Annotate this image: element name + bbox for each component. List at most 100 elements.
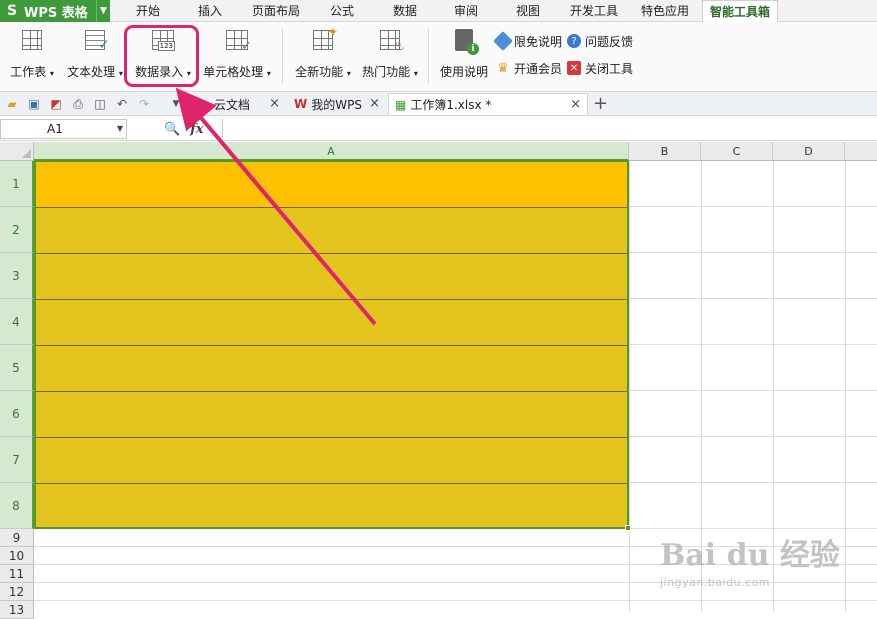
row-header-2[interactable]: 2 bbox=[0, 207, 34, 253]
export-pdf-icon[interactable]: ◩ bbox=[48, 96, 64, 112]
cell-reference: A1 bbox=[47, 122, 63, 136]
column-header-b[interactable]: B bbox=[629, 142, 701, 161]
hot-feature-button[interactable]: ♨ 热门功能 ▾ bbox=[358, 26, 422, 86]
redo-icon[interactable]: ↷ bbox=[136, 96, 152, 112]
row-header-3[interactable]: 3 bbox=[0, 253, 34, 299]
close-icon[interactable]: × bbox=[570, 97, 581, 112]
wps-logo-icon: S bbox=[6, 3, 18, 19]
close-icon[interactable]: × bbox=[269, 96, 280, 111]
column-header-e[interactable] bbox=[845, 142, 877, 161]
tab-home[interactable]: 开始 bbox=[128, 0, 168, 22]
chevron-down-icon[interactable]: ▼ bbox=[96, 0, 110, 22]
tab-cloud-docs-label: 云文档 bbox=[214, 97, 251, 112]
row-header-6[interactable]: 6 bbox=[0, 391, 34, 437]
highlight-annotation bbox=[124, 25, 199, 87]
column-header-a[interactable]: A bbox=[34, 142, 629, 161]
column-header-c[interactable]: C bbox=[701, 142, 773, 161]
tab-workbook-label: 工作簿1.xlsx * bbox=[410, 98, 492, 112]
chevron-down-icon[interactable]: ▼ bbox=[168, 96, 184, 112]
undo-icon[interactable]: ↶ bbox=[114, 96, 130, 112]
cell-a6[interactable] bbox=[36, 392, 627, 438]
close-tool-icon: ✕ bbox=[567, 61, 581, 75]
row-header-12[interactable]: 12 bbox=[0, 583, 34, 601]
cell-a7[interactable] bbox=[36, 438, 627, 484]
cell-a2[interactable] bbox=[36, 208, 627, 254]
free-info-link[interactable]: 限免说明 bbox=[493, 31, 563, 51]
print-preview-icon[interactable]: ◫ bbox=[92, 96, 108, 112]
membership-link[interactable]: ♛ 开通会员 bbox=[496, 59, 562, 77]
cell-a1[interactable] bbox=[36, 162, 627, 208]
tab-insert[interactable]: 插入 bbox=[190, 0, 230, 22]
tab-my-wps[interactable]: W 我的WPS × bbox=[288, 93, 386, 115]
row-header-4[interactable]: 4 bbox=[0, 299, 34, 345]
cell-process-button[interactable]: ✓ 单元格处理 ▾ bbox=[200, 26, 274, 86]
open-folder-icon[interactable]: ▰ bbox=[4, 96, 20, 112]
formula-bar: A1 ▼ 🔍 fx bbox=[0, 117, 877, 141]
quick-access-bar: ▰ ▣ ◩ ⎙ ◫ ↶ ↷ ▼ ☁ 云文档 × W 我的WPS × ▦ 工作簿1… bbox=[0, 92, 877, 116]
tab-data[interactable]: 数据 bbox=[385, 0, 425, 22]
row-header-11[interactable]: 11 bbox=[0, 565, 34, 583]
selected-range[interactable] bbox=[34, 160, 629, 529]
free-info-label: 限免说明 bbox=[514, 34, 563, 49]
print-icon[interactable]: ⎙ bbox=[70, 96, 86, 112]
row-header-8[interactable]: 8 bbox=[0, 483, 34, 529]
watermark-url: jingyan.baidu.com bbox=[660, 576, 771, 589]
tab-page-layout[interactable]: 页面布局 bbox=[246, 0, 306, 22]
new-feature-icon: ✦ bbox=[313, 25, 338, 50]
name-box[interactable]: A1 ▼ bbox=[0, 119, 127, 139]
fill-handle[interactable] bbox=[625, 525, 631, 531]
tab-cloud-docs[interactable]: ☁ 云文档 × bbox=[190, 93, 286, 115]
select-all-corner[interactable] bbox=[0, 142, 34, 161]
cell-a8[interactable] bbox=[36, 484, 627, 527]
tab-smart-toolbox[interactable]: 智能工具箱 bbox=[702, 0, 778, 23]
formula-input[interactable] bbox=[224, 119, 874, 139]
manual-icon: i bbox=[455, 29, 479, 55]
tab-developer[interactable]: 开发工具 bbox=[563, 0, 625, 22]
row-header-13[interactable]: 13 bbox=[0, 601, 34, 619]
ribbon-divider bbox=[282, 28, 283, 84]
tab-view[interactable]: 视图 bbox=[508, 0, 548, 22]
crown-icon: ♛ bbox=[497, 60, 509, 76]
hot-feature-icon: ♨ bbox=[380, 30, 405, 54]
chevron-down-icon[interactable]: ▼ bbox=[117, 120, 123, 138]
worksheet-button[interactable]: 工作表 ▾ bbox=[6, 26, 58, 86]
row-header-1[interactable]: 1 bbox=[0, 161, 34, 207]
worksheet-icon bbox=[22, 30, 42, 50]
tab-formula[interactable]: 公式 bbox=[322, 0, 362, 22]
close-tool-link[interactable]: ✕ 关闭工具 bbox=[567, 59, 633, 77]
feedback-link[interactable]: ? 问题反馈 bbox=[567, 32, 633, 50]
row-header-10[interactable]: 10 bbox=[0, 547, 34, 565]
tab-my-wps-label: 我的WPS bbox=[311, 97, 362, 112]
close-tool-label: 关闭工具 bbox=[585, 61, 634, 76]
app-menu-button[interactable]: S WPS 表格 ▼ bbox=[0, 0, 110, 22]
text-process-label: 文本处理 bbox=[67, 65, 116, 79]
tab-review[interactable]: 审阅 bbox=[446, 0, 486, 22]
text-process-button[interactable]: ✓ 文本处理 ▾ bbox=[64, 26, 126, 86]
new-tab-button[interactable]: + bbox=[593, 94, 608, 114]
worksheet-label: 工作表 bbox=[10, 65, 47, 79]
hot-feature-label: 热门功能 bbox=[362, 65, 411, 79]
new-feature-label: 全新功能 bbox=[295, 65, 344, 79]
function-icon[interactable]: fx bbox=[190, 122, 203, 137]
tab-workbook[interactable]: ▦ 工作簿1.xlsx * × bbox=[388, 93, 588, 115]
tab-special-apps[interactable]: 特色应用 bbox=[634, 0, 696, 22]
cell-a5[interactable] bbox=[36, 346, 627, 392]
row-header-9[interactable]: 9 bbox=[0, 529, 34, 547]
cloud-icon: ☁ bbox=[196, 97, 208, 111]
column-header-d[interactable]: D bbox=[773, 142, 845, 161]
row-header-7[interactable]: 7 bbox=[0, 437, 34, 483]
manual-label: 使用说明 bbox=[439, 65, 488, 79]
new-feature-button[interactable]: ✦ 全新功能 ▾ bbox=[290, 25, 356, 86]
row-header-5[interactable]: 5 bbox=[0, 345, 34, 391]
question-icon: ? bbox=[567, 34, 581, 48]
menu-bar: S WPS 表格 ▼ 开始 插入 页面布局 公式 数据 审阅 视图 开发工具 特… bbox=[0, 0, 877, 23]
cell-a3[interactable] bbox=[36, 254, 627, 300]
close-icon[interactable]: × bbox=[369, 96, 380, 111]
cell-a4[interactable] bbox=[36, 300, 627, 346]
zoom-search-icon[interactable]: 🔍 bbox=[164, 122, 180, 137]
watermark: Bai du 经验 jingyan.baidu.com bbox=[660, 530, 860, 600]
membership-label: 开通会员 bbox=[514, 61, 563, 76]
text-process-icon: ✓ bbox=[85, 30, 110, 53]
save-icon[interactable]: ▣ bbox=[26, 96, 42, 112]
manual-button[interactable]: i 使用说明 bbox=[436, 26, 492, 86]
